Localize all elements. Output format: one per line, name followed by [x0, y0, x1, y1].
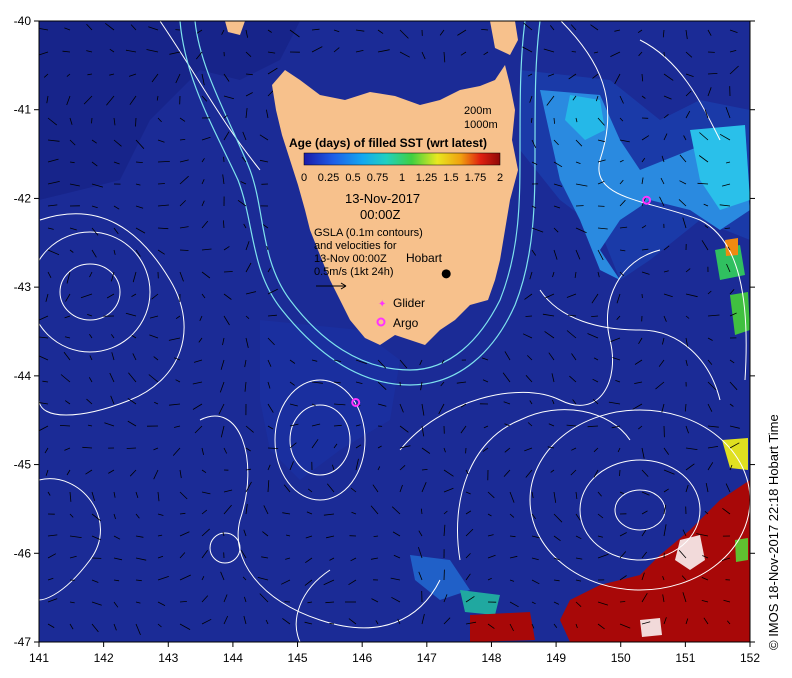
- credit-text: © IMOS 18-Nov-2017 22:18 Hobart Time: [766, 414, 781, 650]
- velocity-arrow: [135, 117, 137, 127]
- x-tick-label: 142: [94, 651, 114, 665]
- x-tick-label: 144: [223, 651, 243, 665]
- colorbar: [303, 152, 501, 166]
- y-tick-label: -40: [14, 14, 32, 28]
- colorbar-tick-label: 1.25: [416, 172, 437, 184]
- x-tick-label: 148: [481, 651, 501, 665]
- colorbar-tick-label: 0.75: [367, 172, 388, 184]
- velocity-arrow: [223, 271, 233, 273]
- bathy-200-label: 200m: [464, 105, 492, 117]
- argo-label: Argo: [393, 316, 419, 330]
- y-tick-label: -44: [14, 369, 32, 383]
- colorbar-tick-label: 2: [497, 172, 503, 184]
- y-tick-label: -41: [14, 103, 32, 117]
- gsla-line-1: GSLA (0.1m contours): [314, 227, 423, 239]
- x-tick-label: 150: [611, 651, 631, 665]
- x-axis: 141 142 143 144 145 146 147 148 149 150 151 152: [29, 642, 760, 665]
- colorbar-tick-label: 0.25: [318, 172, 339, 184]
- colorbar-tick-label: 1: [399, 172, 405, 184]
- y-tick-label: -46: [14, 546, 32, 560]
- sst-patch-green-se: [735, 538, 748, 562]
- x-tick-label: 152: [740, 651, 760, 665]
- colorbar-tick-label: 0: [301, 172, 307, 184]
- colorbar-tick-label: 1.75: [465, 172, 486, 184]
- x-tick-label: 141: [29, 651, 49, 665]
- y-tick-label: -42: [14, 191, 32, 205]
- bathy-1000-label: 1000m: [464, 119, 498, 131]
- y-tick-label: -43: [14, 280, 32, 294]
- colorbar-tick-label: 1.5: [443, 172, 458, 184]
- date-line-1: 13-Nov-2017: [345, 191, 420, 206]
- y-tick-label: -45: [14, 458, 32, 472]
- sst-patch-red-small: [470, 612, 535, 642]
- velocity-arrow: [525, 315, 533, 317]
- velocity-arrow: [267, 447, 279, 449]
- gsla-line-2: and velocities for: [314, 240, 397, 252]
- velocity-arrow: [619, 601, 626, 603]
- x-tick-label: 151: [675, 651, 695, 665]
- velocity-arrow: [179, 249, 189, 251]
- x-tick-label: 145: [288, 651, 308, 665]
- velocity-arrow: [619, 469, 621, 477]
- hobart-label: Hobart: [406, 251, 443, 265]
- date-line-2: 00:00Z: [360, 207, 401, 222]
- velocity-arrow: [91, 117, 93, 124]
- velocity-arrow: [126, 447, 137, 449]
- sst-patch-orange: [725, 238, 738, 256]
- colorbar-title: Age (days) of filled SST (wrt latest): [289, 136, 487, 150]
- colorbar-tick-label: 0.5: [345, 172, 360, 184]
- glider-marker-sample: ✦: [378, 299, 386, 310]
- x-tick-label: 147: [417, 651, 437, 665]
- hobart-marker: [441, 269, 451, 279]
- velocity-arrow: [157, 183, 165, 185]
- velocity-scale-label: 0.5m/s (1kt 24h): [314, 266, 393, 278]
- x-tick-label: 146: [352, 651, 372, 665]
- gsla-line-3: 13-Nov 00:00Z: [314, 253, 387, 265]
- x-tick-label: 149: [546, 651, 566, 665]
- velocity-arrow: [571, 51, 577, 53]
- x-tick-label: 143: [158, 651, 178, 665]
- glider-label: Glider: [393, 296, 425, 310]
- sst-age-map: 141 142 143 144 145 146 147 148 149 150 151 152 -40…: [14, 14, 761, 665]
- colorbar-ticks: 0 0.25 0.5 0.75 1 1.25 1.5 1.75 2: [301, 172, 503, 184]
- y-tick-label: -47: [14, 635, 32, 649]
